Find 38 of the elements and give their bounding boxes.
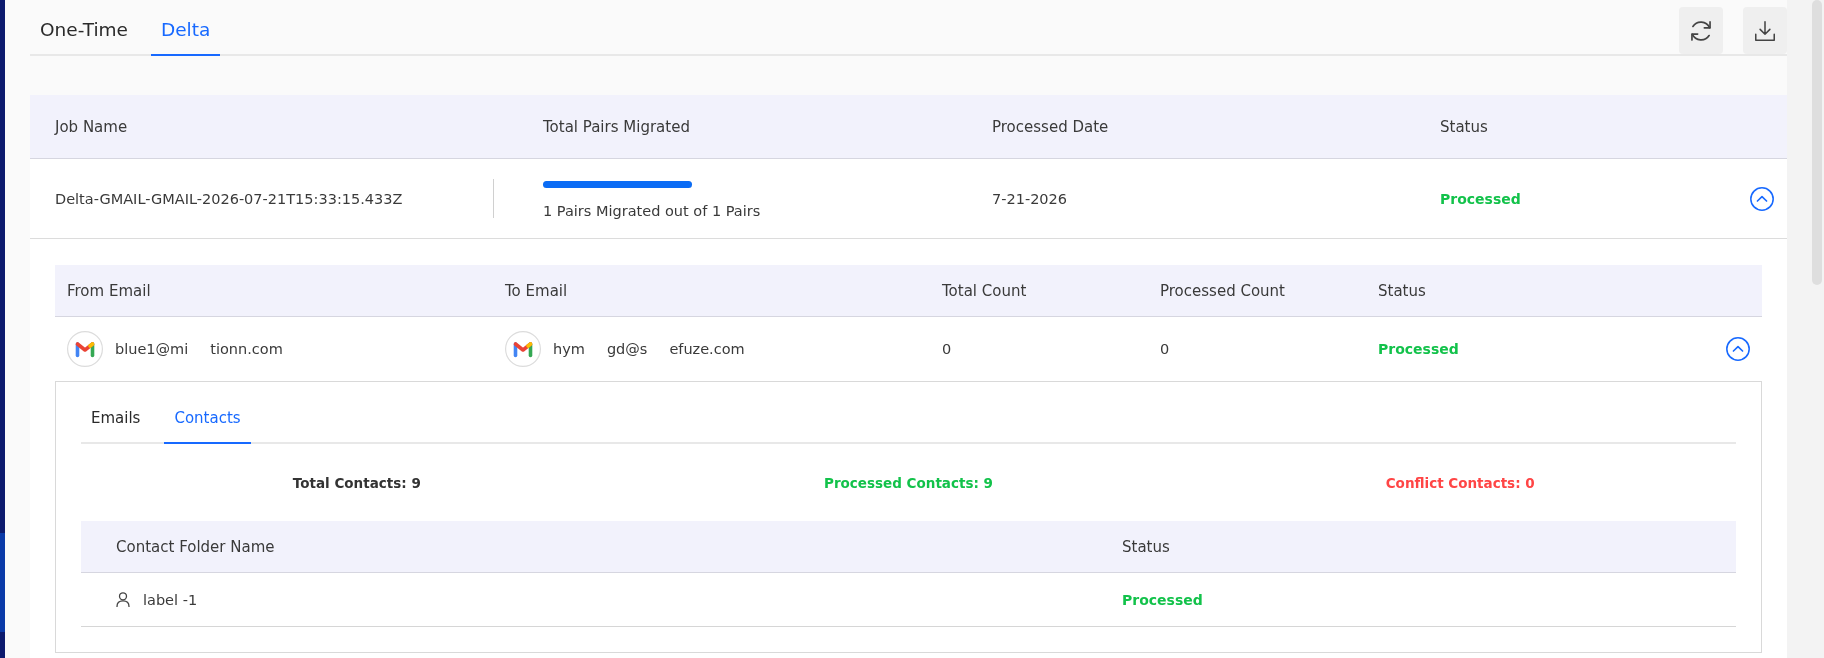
column-header: Processed Count [1160,281,1286,300]
refresh-icon [1691,20,1711,41]
table-cell-text: 0 [942,341,953,357]
summary-text: Total Contacts: 9 [292,474,421,491]
status-text: Processed [1122,591,1204,608]
download-button[interactable] [1743,7,1787,54]
tab[interactable]: Contacts [164,395,251,444]
column-header: From Email [67,281,152,300]
column-header: Status [1440,117,1489,136]
m-logo-icon [505,331,541,367]
email-text: blue1@mi tionn.com [115,341,283,357]
status-text: Processed [1378,341,1460,357]
summary-text: Conflict Contacts: 0 [1385,474,1535,491]
column-header: Status [1122,537,1171,556]
download-icon [1755,20,1775,41]
person-icon [116,592,130,607]
tab[interactable]: Emails [81,395,151,444]
status-text: Processed [1440,190,1522,207]
column-header: Contact Folder Name [116,537,276,556]
column-header: To Email [505,281,569,300]
email-text: hym gd@s efuze.com [553,341,745,357]
progress-label: 1 Pairs Migrated out of 1 Pairs [543,202,762,219]
tab[interactable]: Delta [150,0,221,56]
table-cell-text: 0 [1160,341,1171,357]
column-header: Total Count [942,281,1028,300]
table-cell: label -1 [143,591,198,608]
chevron-up-icon[interactable] [1726,337,1750,361]
m-logo-icon [67,331,103,367]
column-header: Job Name [55,117,129,136]
column-header: Status [1378,281,1427,300]
column-header: Total Pairs Migrated [543,117,691,136]
refresh-button[interactable] [1679,7,1723,54]
chevron-up-icon[interactable] [1750,186,1774,211]
tab[interactable]: One-Time [30,0,138,56]
table-cell: Delta-GMAIL-GMAIL-2026-07-21T15:33:15.433Z [55,190,403,207]
column-header: Processed Date [992,117,1110,136]
table-cell-text: 7-21-2026 [992,190,1069,207]
summary-text: Processed Contacts: 9 [824,474,993,491]
